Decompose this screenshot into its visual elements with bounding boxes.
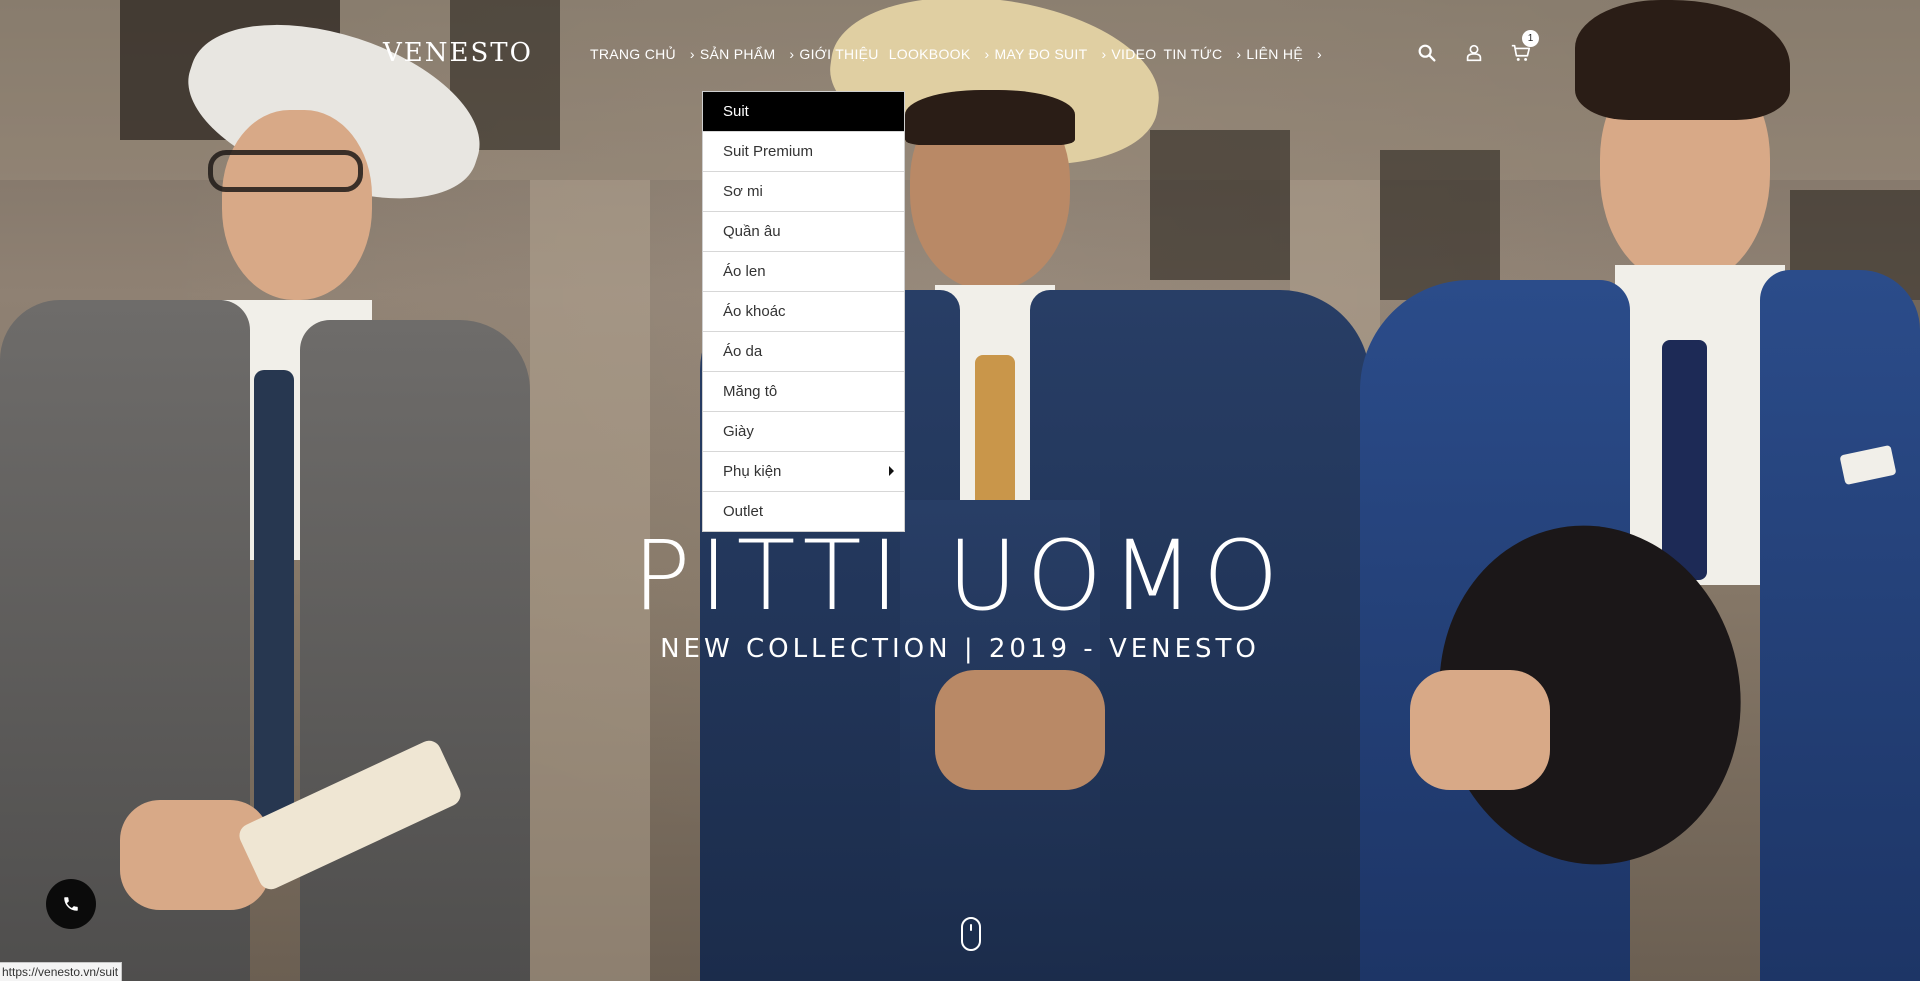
- hero-title: PITTI UOMO: [632, 520, 1288, 632]
- cart-count-badge: 1: [1522, 30, 1539, 47]
- dropdown-item-ao-khoac[interactable]: Áo khoác: [703, 292, 904, 332]
- status-bar-url: https://venesto.vn/suit: [0, 962, 123, 981]
- nav-item-san-pham[interactable]: SẢN PHẨM ›: [700, 46, 800, 62]
- submenu-arrow-icon: [889, 466, 894, 476]
- dropdown-item-ao-da[interactable]: Áo da: [703, 332, 904, 372]
- dropdown-item-mang-to[interactable]: Măng tô: [703, 372, 904, 412]
- nav-item-label: TIN TỨC: [1163, 46, 1223, 62]
- dropdown-item-suit-premium[interactable]: Suit Premium: [703, 132, 904, 172]
- nav-item-label: LOOKBOOK: [888, 46, 971, 62]
- header-icons: 1: [1416, 30, 1557, 64]
- scroll-mouse-icon[interactable]: [961, 917, 981, 951]
- background-window: [1380, 150, 1500, 300]
- nav-item-label: GIỚI THIỆU: [799, 46, 879, 62]
- products-dropdown: Suit Suit Premium Sơ mi Quần âu Áo len Á…: [702, 91, 905, 532]
- search-icon[interactable]: [1416, 42, 1438, 64]
- nav-item-lien-he[interactable]: LIÊN HỆ ›: [1246, 46, 1327, 62]
- nav-item-label: VIDEO: [1111, 46, 1157, 62]
- background-window: [1150, 130, 1290, 280]
- venesto-logo[interactable]: VENESTO: [383, 38, 533, 68]
- dropdown-item-quan-au[interactable]: Quần âu: [703, 212, 904, 252]
- nav-item-video[interactable]: VIDEO: [1111, 46, 1156, 62]
- chevron-right-icon: ›: [1236, 46, 1242, 62]
- nav-item-tin-tuc[interactable]: TIN TỨC ›: [1164, 46, 1247, 62]
- dropdown-item-suit[interactable]: Suit: [703, 92, 904, 132]
- chevron-right-icon: ›: [984, 46, 990, 62]
- nav-item-lookbook[interactable]: LOOKBOOK ›: [889, 46, 995, 62]
- dropdown-item-phu-kien[interactable]: Phụ kiện: [703, 452, 904, 492]
- chevron-right-icon: ›: [789, 46, 795, 62]
- chevron-right-icon: ›: [1101, 46, 1107, 62]
- dropdown-item-label: Phụ kiện: [723, 463, 782, 480]
- dropdown-item-so-mi[interactable]: Sơ mi: [703, 172, 904, 212]
- nav-item-label: LIÊN HỆ: [1246, 46, 1303, 62]
- nav-item-may-do-suit[interactable]: MAY ĐO SUIT ›: [994, 46, 1111, 62]
- hero-banner: VENESTO TRANG CHỦ › SẢN PHẨM › GIỚI THIỆ…: [0, 0, 1920, 981]
- main-nav: TRANG CHỦ › SẢN PHẨM › GIỚI THIỆU LOOKBO…: [590, 46, 1327, 62]
- dropdown-item-ao-len[interactable]: Áo len: [703, 252, 904, 292]
- call-button[interactable]: [46, 879, 96, 929]
- user-icon[interactable]: [1463, 42, 1485, 64]
- dropdown-item-giay[interactable]: Giày: [703, 412, 904, 452]
- cart-icon[interactable]: 1: [1510, 30, 1539, 64]
- phone-icon: [64, 897, 78, 911]
- nav-item-label: TRANG CHỦ: [590, 46, 676, 62]
- chevron-right-icon: ›: [1316, 46, 1322, 62]
- nav-item-label: SẢN PHẨM: [699, 46, 776, 62]
- nav-item-gioi-thieu[interactable]: GIỚI THIỆU: [799, 46, 878, 62]
- hero-subtitle: NEW COLLECTION | 2019 - VENESTO: [660, 634, 1260, 664]
- nav-item-label: MAY ĐO SUIT: [994, 46, 1088, 62]
- site-header: VENESTO TRANG CHỦ › SẢN PHẨM › GIỚI THIỆ…: [0, 0, 1920, 110]
- chevron-right-icon: ›: [689, 46, 695, 62]
- nav-item-trang-chu[interactable]: TRANG CHỦ ›: [590, 46, 700, 62]
